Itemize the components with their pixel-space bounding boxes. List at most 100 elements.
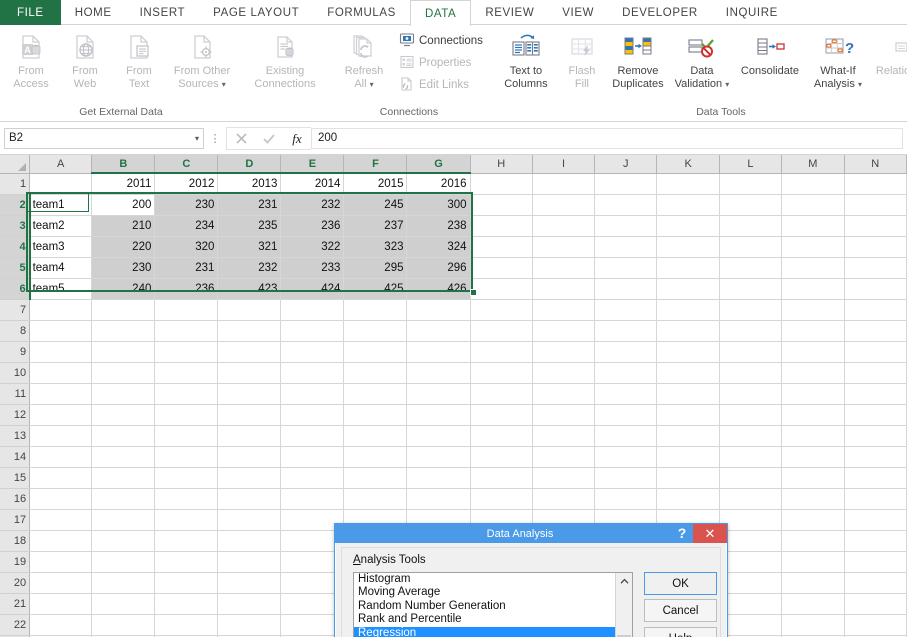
cell-G9[interactable]: [407, 342, 470, 363]
cell-C12[interactable]: [155, 405, 218, 426]
cell-B16[interactable]: [92, 489, 155, 510]
cell-A22[interactable]: [30, 615, 92, 636]
name-box-dropdown-icon[interactable]: ▾: [195, 134, 199, 143]
cell-J6[interactable]: [595, 279, 657, 300]
cell-H5[interactable]: [470, 258, 532, 279]
cell-F3[interactable]: 237: [344, 216, 407, 237]
column-header-I[interactable]: I: [532, 155, 594, 173]
cell-G14[interactable]: [407, 447, 470, 468]
cell-D3[interactable]: 235: [218, 216, 281, 237]
cell-E13[interactable]: [281, 426, 344, 447]
row-header-16[interactable]: 16: [0, 489, 30, 510]
cell-G3[interactable]: 238: [407, 216, 470, 237]
cell-D12[interactable]: [218, 405, 281, 426]
cell-K13[interactable]: [657, 426, 719, 447]
cell-I5[interactable]: [532, 258, 594, 279]
cell-N13[interactable]: [844, 426, 906, 447]
cell-I13[interactable]: [532, 426, 594, 447]
row-header-13[interactable]: 13: [0, 426, 30, 447]
cell-F7[interactable]: [344, 300, 407, 321]
cell-H4[interactable]: [470, 237, 532, 258]
data-analysis-dialog[interactable]: Data Analysis ? ✕ Analysis Tools Histogr…: [334, 523, 728, 637]
from-access-button[interactable]: A From Access: [4, 28, 58, 90]
cell-M9[interactable]: [782, 342, 844, 363]
cell-A21[interactable]: [30, 594, 92, 615]
column-header-G[interactable]: G: [407, 155, 470, 173]
cell-C10[interactable]: [155, 363, 218, 384]
cell-D1[interactable]: 2013: [218, 173, 281, 195]
cell-B7[interactable]: [92, 300, 155, 321]
cell-A9[interactable]: [30, 342, 92, 363]
cell-I12[interactable]: [532, 405, 594, 426]
cell-B18[interactable]: [92, 531, 155, 552]
cell-A19[interactable]: [30, 552, 92, 573]
from-other-sources-button[interactable]: From Other Sources ▾: [166, 28, 238, 90]
cell-I10[interactable]: [532, 363, 594, 384]
cell-G13[interactable]: [407, 426, 470, 447]
what-if-analysis-dropdown-icon[interactable]: ▾: [858, 80, 862, 89]
cell-E4[interactable]: 322: [281, 237, 344, 258]
cell-E12[interactable]: [281, 405, 344, 426]
chevron-up-icon[interactable]: [616, 573, 632, 589]
select-all-corner[interactable]: [0, 155, 30, 173]
cell-A18[interactable]: [30, 531, 92, 552]
cell-A16[interactable]: [30, 489, 92, 510]
cell-N12[interactable]: [844, 405, 906, 426]
question-mark-icon[interactable]: ?: [671, 524, 693, 543]
cell-E16[interactable]: [281, 489, 344, 510]
analysis-tool-item[interactable]: Regression: [354, 627, 615, 637]
cell-D7[interactable]: [218, 300, 281, 321]
cell-K12[interactable]: [657, 405, 719, 426]
cell-B6[interactable]: 240: [92, 279, 155, 300]
cell-F15[interactable]: [344, 468, 407, 489]
cell-M15[interactable]: [782, 468, 844, 489]
cell-J5[interactable]: [595, 258, 657, 279]
cell-L3[interactable]: [719, 216, 781, 237]
cell-J16[interactable]: [595, 489, 657, 510]
cell-C5[interactable]: 231: [155, 258, 218, 279]
tab-page-layout[interactable]: PAGE LAYOUT: [199, 0, 313, 25]
ok-button[interactable]: OK: [644, 572, 717, 595]
cell-M10[interactable]: [782, 363, 844, 384]
cell-L21[interactable]: [719, 594, 781, 615]
refresh-all-button[interactable]: Refresh All ▾: [332, 28, 396, 90]
cell-C7[interactable]: [155, 300, 218, 321]
row-header-20[interactable]: 20: [0, 573, 30, 594]
help-button[interactable]: Help: [644, 627, 717, 637]
data-validation-dropdown-icon[interactable]: ▾: [725, 80, 729, 89]
consolidate-button[interactable]: Consolidate: [734, 28, 806, 78]
row-header-7[interactable]: 7: [0, 300, 30, 321]
cell-A15[interactable]: [30, 468, 92, 489]
cell-A1[interactable]: [30, 173, 92, 195]
cell-N21[interactable]: [844, 594, 906, 615]
cell-L15[interactable]: [719, 468, 781, 489]
cell-B13[interactable]: [92, 426, 155, 447]
cell-A11[interactable]: [30, 384, 92, 405]
cell-J3[interactable]: [595, 216, 657, 237]
column-header-J[interactable]: J: [595, 155, 657, 173]
cell-F1[interactable]: 2015: [344, 173, 407, 195]
cell-G15[interactable]: [407, 468, 470, 489]
cell-L14[interactable]: [719, 447, 781, 468]
cell-B1[interactable]: 2011: [92, 173, 155, 195]
row-header-5[interactable]: 5: [0, 258, 30, 279]
cell-N15[interactable]: [844, 468, 906, 489]
cell-N19[interactable]: [844, 552, 906, 573]
cell-D19[interactable]: [218, 552, 281, 573]
row-header-10[interactable]: 10: [0, 363, 30, 384]
cell-A5[interactable]: team4: [30, 258, 92, 279]
dialog-title-bar[interactable]: Data Analysis ? ✕: [335, 524, 727, 543]
cell-N18[interactable]: [844, 531, 906, 552]
cell-J11[interactable]: [595, 384, 657, 405]
cell-L6[interactable]: [719, 279, 781, 300]
cell-J15[interactable]: [595, 468, 657, 489]
cell-M4[interactable]: [782, 237, 844, 258]
row-header-9[interactable]: 9: [0, 342, 30, 363]
cell-M20[interactable]: [782, 573, 844, 594]
cell-H8[interactable]: [470, 321, 532, 342]
cell-C2[interactable]: 230: [155, 195, 218, 216]
cell-M8[interactable]: [782, 321, 844, 342]
cell-F16[interactable]: [344, 489, 407, 510]
cell-B21[interactable]: [92, 594, 155, 615]
cell-D14[interactable]: [218, 447, 281, 468]
